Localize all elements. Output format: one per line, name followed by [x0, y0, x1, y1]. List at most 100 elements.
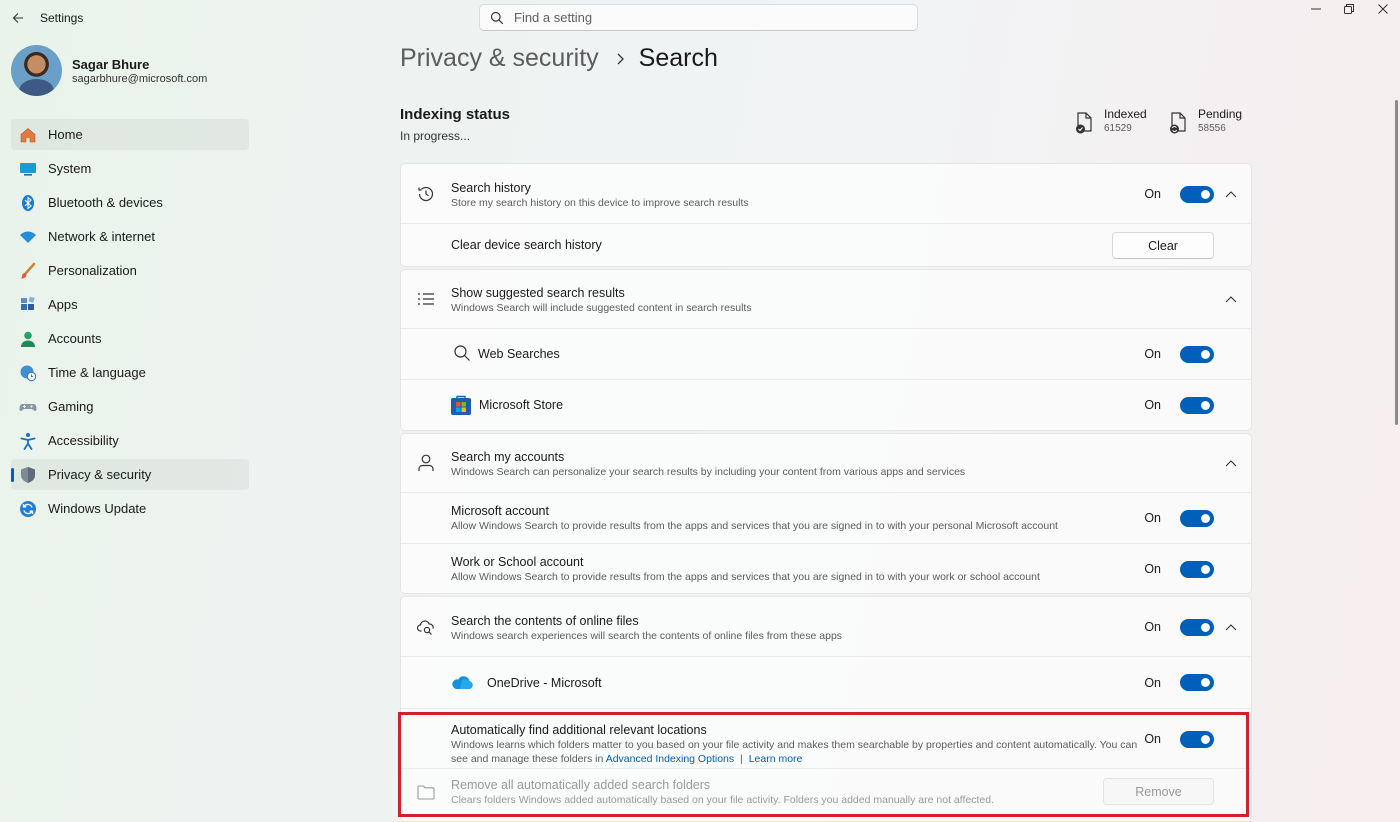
sidebar-item-system[interactable]: System [11, 153, 249, 184]
microsoft-store-title: Microsoft Store [479, 398, 564, 412]
chevron-up-icon[interactable] [1225, 459, 1237, 467]
search-history-toggle[interactable] [1180, 186, 1214, 203]
clear-button[interactable]: Clear [1112, 232, 1214, 259]
auto-locations-toggle[interactable] [1180, 731, 1214, 748]
sidebar-item-apps[interactable]: Apps [11, 289, 249, 320]
suggested-results-card: Show suggested search results Windows Se… [400, 269, 1252, 431]
document-sync-icon [1170, 112, 1186, 134]
back-button[interactable] [8, 8, 28, 28]
sidebar-item-accessibility[interactable]: Accessibility [11, 425, 249, 456]
sidebar-item-network[interactable]: Network & internet [11, 221, 249, 252]
sidebar-item-personalization[interactable]: Personalization [11, 255, 249, 286]
search-history-desc: Store my search history on this device t… [451, 197, 749, 209]
indexed-label: Indexed [1104, 107, 1147, 121]
auto-locations-desc-line2: see and manage these folders in [451, 753, 604, 765]
remove-button[interactable]: Remove [1103, 778, 1214, 805]
title-bar: Settings [0, 0, 1400, 36]
microsoft-store-toggle[interactable] [1180, 397, 1214, 414]
list-icon [418, 293, 434, 305]
sidebar-item-label: Accounts [48, 331, 102, 346]
sidebar-item-privacy-security[interactable]: Privacy & security [11, 459, 249, 490]
sidebar-item-windows-update[interactable]: Windows Update [11, 493, 249, 524]
suggested-results-desc: Windows Search will include suggested co… [451, 302, 752, 314]
online-files-toggle[interactable] [1180, 619, 1214, 636]
onedrive-icon [452, 676, 473, 689]
sidebar-nav: Home System Bluetooth & devices Network … [11, 119, 249, 527]
controller-icon [19, 398, 37, 416]
auto-locations-desc-line1: Windows learns which folders matter to y… [451, 739, 1138, 751]
indexing-status-title: Indexing status [400, 106, 511, 123]
toggle-state-label: On [1144, 511, 1161, 525]
search-accounts-title: Search my accounts [451, 450, 565, 464]
person-outline-icon [418, 454, 434, 471]
close-icon [1378, 4, 1388, 14]
user-email: sagarbhure@microsoft.com [72, 73, 208, 85]
pending-stat: Pending 58556 [1168, 107, 1242, 135]
avatar[interactable] [11, 45, 62, 96]
sidebar-item-bluetooth[interactable]: Bluetooth & devices [11, 187, 249, 218]
search-icon [454, 345, 470, 361]
restore-button[interactable] [1332, 0, 1366, 18]
chevron-up-icon[interactable] [1225, 295, 1237, 303]
work-account-desc: Allow Windows Search to provide results … [451, 571, 1040, 583]
toggle-state-label: On [1144, 676, 1161, 690]
update-icon [19, 500, 37, 518]
sidebar-item-gaming[interactable]: Gaming [11, 391, 249, 422]
work-account-title: Work or School account [451, 555, 584, 569]
suggested-results-row[interactable]: Show suggested search results Windows Se… [401, 270, 1251, 328]
toggle-state-label: On [1144, 187, 1161, 201]
sidebar-item-label: Windows Update [48, 501, 147, 516]
brush-icon [19, 262, 37, 280]
web-searches-toggle[interactable] [1180, 346, 1214, 363]
pending-label: Pending [1198, 107, 1243, 121]
microsoft-account-toggle[interactable] [1180, 510, 1214, 527]
pending-value: 58556 [1198, 123, 1226, 134]
online-files-card: Search the contents of online files Wind… [400, 596, 1252, 822]
auto-locations-desc: Windows learns which folders matter to y… [451, 738, 1151, 766]
onedrive-toggle[interactable] [1180, 674, 1214, 691]
breadcrumb: Privacy & security Search [400, 44, 718, 73]
person-icon [19, 330, 37, 348]
minimize-icon [1311, 8, 1321, 10]
work-account-toggle[interactable] [1180, 561, 1214, 578]
sidebar-item-accounts[interactable]: Accounts [11, 323, 249, 354]
microsoft-store-row: Microsoft Store On [401, 379, 1251, 430]
minimize-button[interactable] [1299, 0, 1333, 18]
toggle-state-label: On [1144, 347, 1161, 361]
sidebar-item-label: Network & internet [48, 229, 155, 244]
toggle-state-label: On [1144, 732, 1161, 746]
scrollbar[interactable] [1395, 100, 1398, 425]
wifi-icon [19, 228, 37, 246]
indexed-value: 61529 [1104, 123, 1132, 134]
page-title: Search [638, 44, 718, 72]
sidebar-item-time-language[interactable]: Time & language [11, 357, 249, 388]
breadcrumb-parent[interactable]: Privacy & security [400, 44, 599, 73]
search-box[interactable] [479, 4, 918, 31]
advanced-indexing-link[interactable]: Advanced Indexing Options [606, 753, 734, 765]
sidebar-item-label: Accessibility [48, 433, 119, 448]
apps-icon [19, 296, 37, 314]
online-files-row[interactable]: Search the contents of online files Wind… [401, 597, 1251, 656]
search-input[interactable] [514, 10, 894, 25]
search-accounts-desc: Windows Search can personalize your sear… [451, 466, 966, 478]
globe-clock-icon [19, 364, 37, 382]
toggle-state-label: On [1144, 620, 1161, 634]
folder-icon [417, 785, 435, 800]
learn-more-link[interactable]: Learn more [749, 753, 803, 765]
document-check-icon [1076, 112, 1092, 134]
chevron-up-icon[interactable] [1225, 190, 1237, 198]
chevron-right-icon [617, 53, 624, 64]
search-history-row[interactable]: Search history Store my search history o… [401, 164, 1251, 223]
close-button[interactable] [1366, 0, 1400, 18]
sidebar-item-home[interactable]: Home [11, 119, 249, 150]
indexing-status-text: In progress... [400, 129, 471, 143]
search-icon [490, 11, 504, 24]
remove-auto-folders-title: Remove all automatically added search fo… [451, 778, 711, 792]
sidebar-item-label: Apps [48, 297, 78, 312]
indexed-stat: Indexed 61529 [1074, 107, 1147, 135]
search-accounts-row[interactable]: Search my accounts Windows Search can pe… [401, 434, 1251, 492]
online-files-desc: Windows search experiences will search t… [451, 630, 843, 642]
history-icon [418, 186, 434, 202]
microsoft-store-icon [451, 395, 471, 415]
chevron-up-icon[interactable] [1225, 623, 1237, 631]
